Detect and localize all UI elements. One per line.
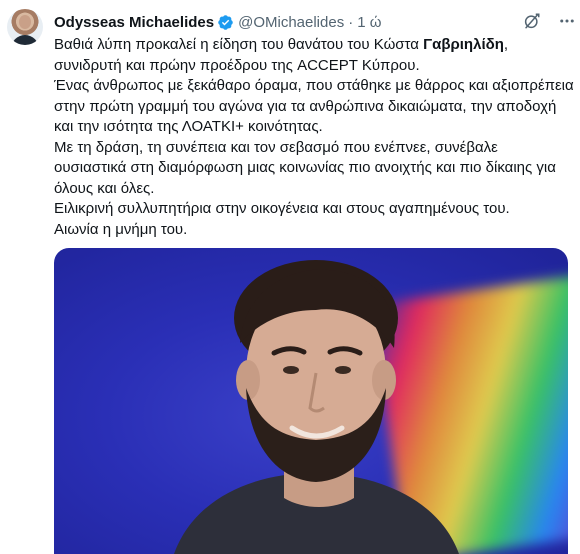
tweet-paragraph-4: Ειλικρινή συλλυπητήρια στην οικογένεια κ…: [54, 200, 510, 217]
avatar-shoulders: [11, 35, 39, 45]
text-segment: ,: [503, 36, 509, 53]
tweet-paragraph-5: Αιωνία η μνήμη του.: [54, 220, 188, 238]
tweet-line-1: Βαθιά λύπη προκαλεί η είδηση του θανάτου…: [54, 35, 574, 56]
tweet-header: Odysseas Michaelides @OMichaelides · 1 ώ: [54, 11, 580, 33]
timestamp[interactable]: 1 ώ: [357, 14, 381, 31]
tweet-photo[interactable]: [54, 248, 568, 554]
handle[interactable]: @OMichaelides: [238, 14, 344, 31]
avatar[interactable]: [7, 9, 43, 45]
more-icon[interactable]: [558, 12, 576, 30]
tweet-text: Βαθιά λύπη προκαλεί η είδηση του θανάτου…: [54, 35, 574, 240]
avatar-head: [19, 15, 31, 29]
tweet[interactable]: Odysseas Michaelides @OMichaelides · 1 ώ: [0, 0, 580, 554]
header-actions: [523, 12, 576, 30]
grok-icon[interactable]: [523, 12, 541, 30]
separator-dot: ·: [348, 13, 354, 31]
tweet-paragraph-2: Ένας άνθρωπος με ξεκάθαρο όραμα, που στά…: [54, 77, 574, 135]
verified-badge-icon[interactable]: [217, 14, 234, 31]
display-name[interactable]: Odysseas Michaelides: [54, 14, 214, 31]
tweet-line-2: συνιδρυτή και πρώην προέδρου της ACCEPT …: [54, 56, 420, 74]
bold-name: Γαβριηλίδη: [423, 36, 504, 53]
portrait-person: [174, 260, 459, 554]
text-segment: Βαθιά λύπη προκαλεί η είδηση του θανάτου…: [54, 36, 424, 53]
tweet-paragraph-3: Με τη δράση, τη συνέπεια και τον σεβασμό…: [54, 138, 556, 197]
